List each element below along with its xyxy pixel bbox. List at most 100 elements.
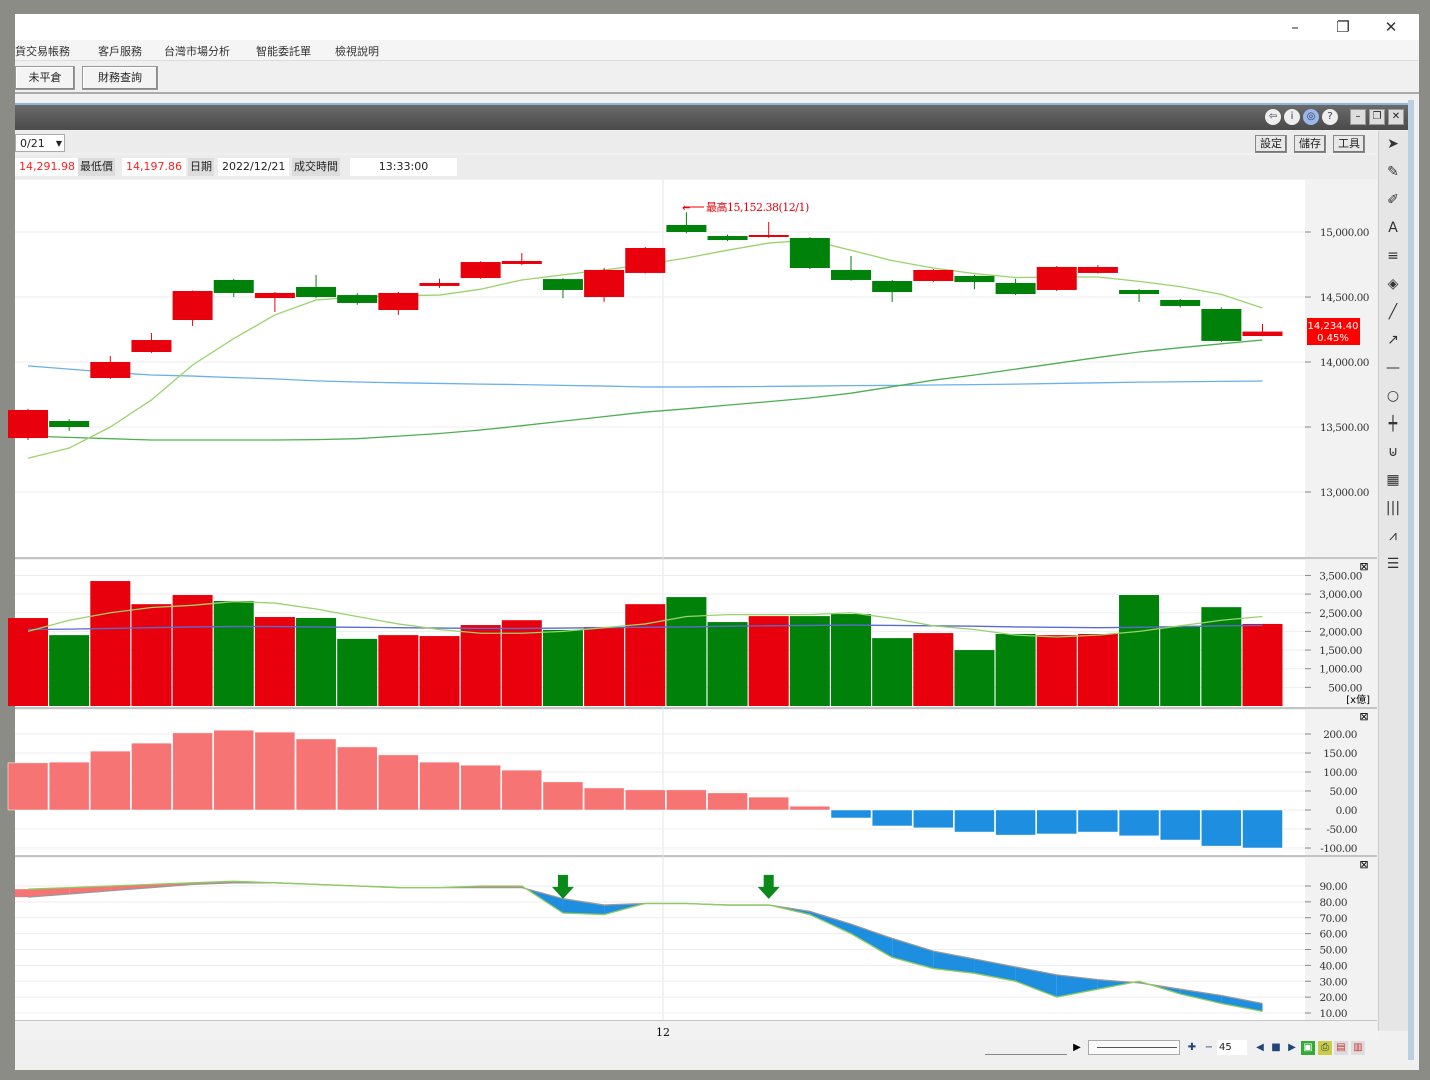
scroll-right-icon[interactable]: ▶: [1070, 1041, 1084, 1055]
chart-add-icon[interactable]: ▤: [1334, 1041, 1348, 1055]
candle-icon[interactable]: ┿: [1382, 413, 1404, 435]
y-tick-label: 70.00: [1319, 913, 1347, 925]
macd-bar: [131, 742, 172, 811]
candle-body: [172, 291, 213, 321]
pointer-icon[interactable]: ➤: [1382, 133, 1404, 155]
y-tick-label: 13,000.00: [1320, 487, 1369, 499]
macd-bar: [789, 805, 831, 811]
y-tick-label: 0.00: [1336, 805, 1357, 817]
macd-bar: [295, 738, 337, 811]
y-tick-label: 3,000.00: [1319, 589, 1362, 601]
macd-bar: [460, 764, 501, 811]
zoom-in-icon[interactable]: ✚: [1185, 1041, 1199, 1055]
horizontal-scrollbar[interactable]: [985, 1040, 1067, 1055]
prev-icon[interactable]: ◀: [1253, 1041, 1267, 1055]
time-axis-bg: [15, 1021, 1377, 1040]
y-tick-label: 14,500.00: [1320, 292, 1369, 304]
macd-bar: [707, 792, 748, 811]
y-tick-label: 10.00: [1319, 1008, 1347, 1020]
eraser-one-icon[interactable]: ✎: [1382, 161, 1404, 183]
y-tick-label: 40.00: [1319, 960, 1347, 972]
image-icon[interactable]: ▣: [1301, 1041, 1315, 1055]
list-icon[interactable]: ☰: [1382, 553, 1404, 575]
panel-close-icon: ⊠: [1359, 560, 1368, 573]
fan-icon[interactable]: ⩘: [1382, 525, 1404, 547]
macd-bar: [1242, 809, 1283, 849]
eraser-all-icon[interactable]: ✐: [1382, 189, 1404, 211]
last-change-value: 0.45%: [1317, 333, 1349, 344]
stock-chart[interactable]: 12 15,000.00 14,500.00 14,000.00 13,500.00 13…: [0, 0, 1430, 1080]
macd-bar: [90, 750, 131, 811]
y-tick-label: 200.00: [1323, 729, 1357, 741]
volume-bar: [296, 617, 337, 706]
y-tick-label: 20.00: [1319, 992, 1347, 1004]
y-tick-label: -100.00: [1320, 843, 1357, 855]
paint-icon[interactable]: ◈: [1382, 273, 1404, 295]
y-tick-label: 30.00: [1319, 976, 1347, 988]
hline-icon[interactable]: —: [1382, 357, 1404, 379]
y-tick-label: 1,000.00: [1319, 664, 1362, 676]
macd-bar: [1118, 809, 1160, 837]
candle-body: [748, 234, 789, 237]
volume-bar: [995, 634, 1036, 706]
volume-bar: [789, 616, 830, 706]
candle-body: [789, 237, 830, 269]
text-icon[interactable]: A: [1382, 217, 1404, 239]
macd-bar: [172, 732, 213, 811]
macd-bar: [830, 809, 872, 819]
line-icon[interactable]: ╱: [1382, 301, 1404, 323]
candle-body: [90, 362, 131, 378]
volume-bar: [1160, 626, 1201, 706]
magnet-icon[interactable]: ⊍: [1382, 441, 1404, 463]
lines-icon[interactable]: ≡: [1382, 245, 1404, 267]
candle-body: [1119, 289, 1160, 295]
volume-bar: [1242, 623, 1283, 706]
vbars-icon[interactable]: |||: [1382, 497, 1404, 519]
y-tick-label: 50.00: [1319, 945, 1347, 957]
y-tick-label: 80.00: [1319, 897, 1347, 909]
y-tick-label: 50.00: [1329, 786, 1357, 798]
candle-body: [1201, 308, 1242, 341]
candle-body: [419, 282, 460, 286]
zoom-slider[interactable]: [1088, 1040, 1180, 1055]
macd-bar: [913, 809, 954, 829]
bar-count-input[interactable]: 45: [1217, 1040, 1247, 1055]
circle-icon[interactable]: ○: [1382, 385, 1404, 407]
candle-body: [501, 260, 542, 264]
x-tick-label: 12: [656, 1026, 670, 1039]
candle-body: [872, 281, 913, 293]
volume-bar: [831, 614, 871, 706]
square-icon[interactable]: ■: [1269, 1041, 1283, 1055]
high-annotation: 最高15,152.38(12/1): [706, 200, 809, 214]
chart-icon[interactable]: ▦: [1382, 469, 1404, 491]
candle-body: [913, 269, 954, 282]
macd-bar: [666, 789, 707, 811]
print-icon[interactable]: ⎙: [1318, 1041, 1332, 1055]
candle-body: [1036, 266, 1077, 290]
candle-body: [8, 409, 48, 439]
volume-bar: [90, 581, 131, 706]
volume-bar: [254, 617, 295, 706]
volume-bar: [954, 650, 995, 706]
macd-bar: [1036, 809, 1077, 835]
macd-bar: [542, 781, 584, 811]
arrow-icon[interactable]: ↗: [1382, 329, 1404, 351]
last-price-value: 14,234.40: [1308, 321, 1359, 332]
macd-bar: [871, 809, 913, 827]
macd-bar: [625, 789, 666, 811]
candle-body: [954, 275, 995, 283]
macd-bar: [254, 731, 296, 811]
y-tick-label: 150.00: [1323, 748, 1357, 760]
next-icon[interactable]: ▶: [1285, 1041, 1299, 1055]
y-tick-label: 14,000.00: [1320, 357, 1369, 369]
volume-bar: [49, 635, 90, 706]
y-tick-label: 500.00: [1328, 682, 1362, 694]
zoom-out-icon[interactable]: −: [1202, 1041, 1216, 1055]
volume-bar: [172, 595, 213, 706]
candle-body: [131, 340, 172, 352]
chart-remove-icon[interactable]: ▥: [1351, 1041, 1365, 1055]
candle-body: [49, 421, 90, 427]
macd-bar: [1201, 809, 1242, 847]
volume-bar: [1036, 635, 1077, 706]
volume-bar: [419, 636, 460, 706]
